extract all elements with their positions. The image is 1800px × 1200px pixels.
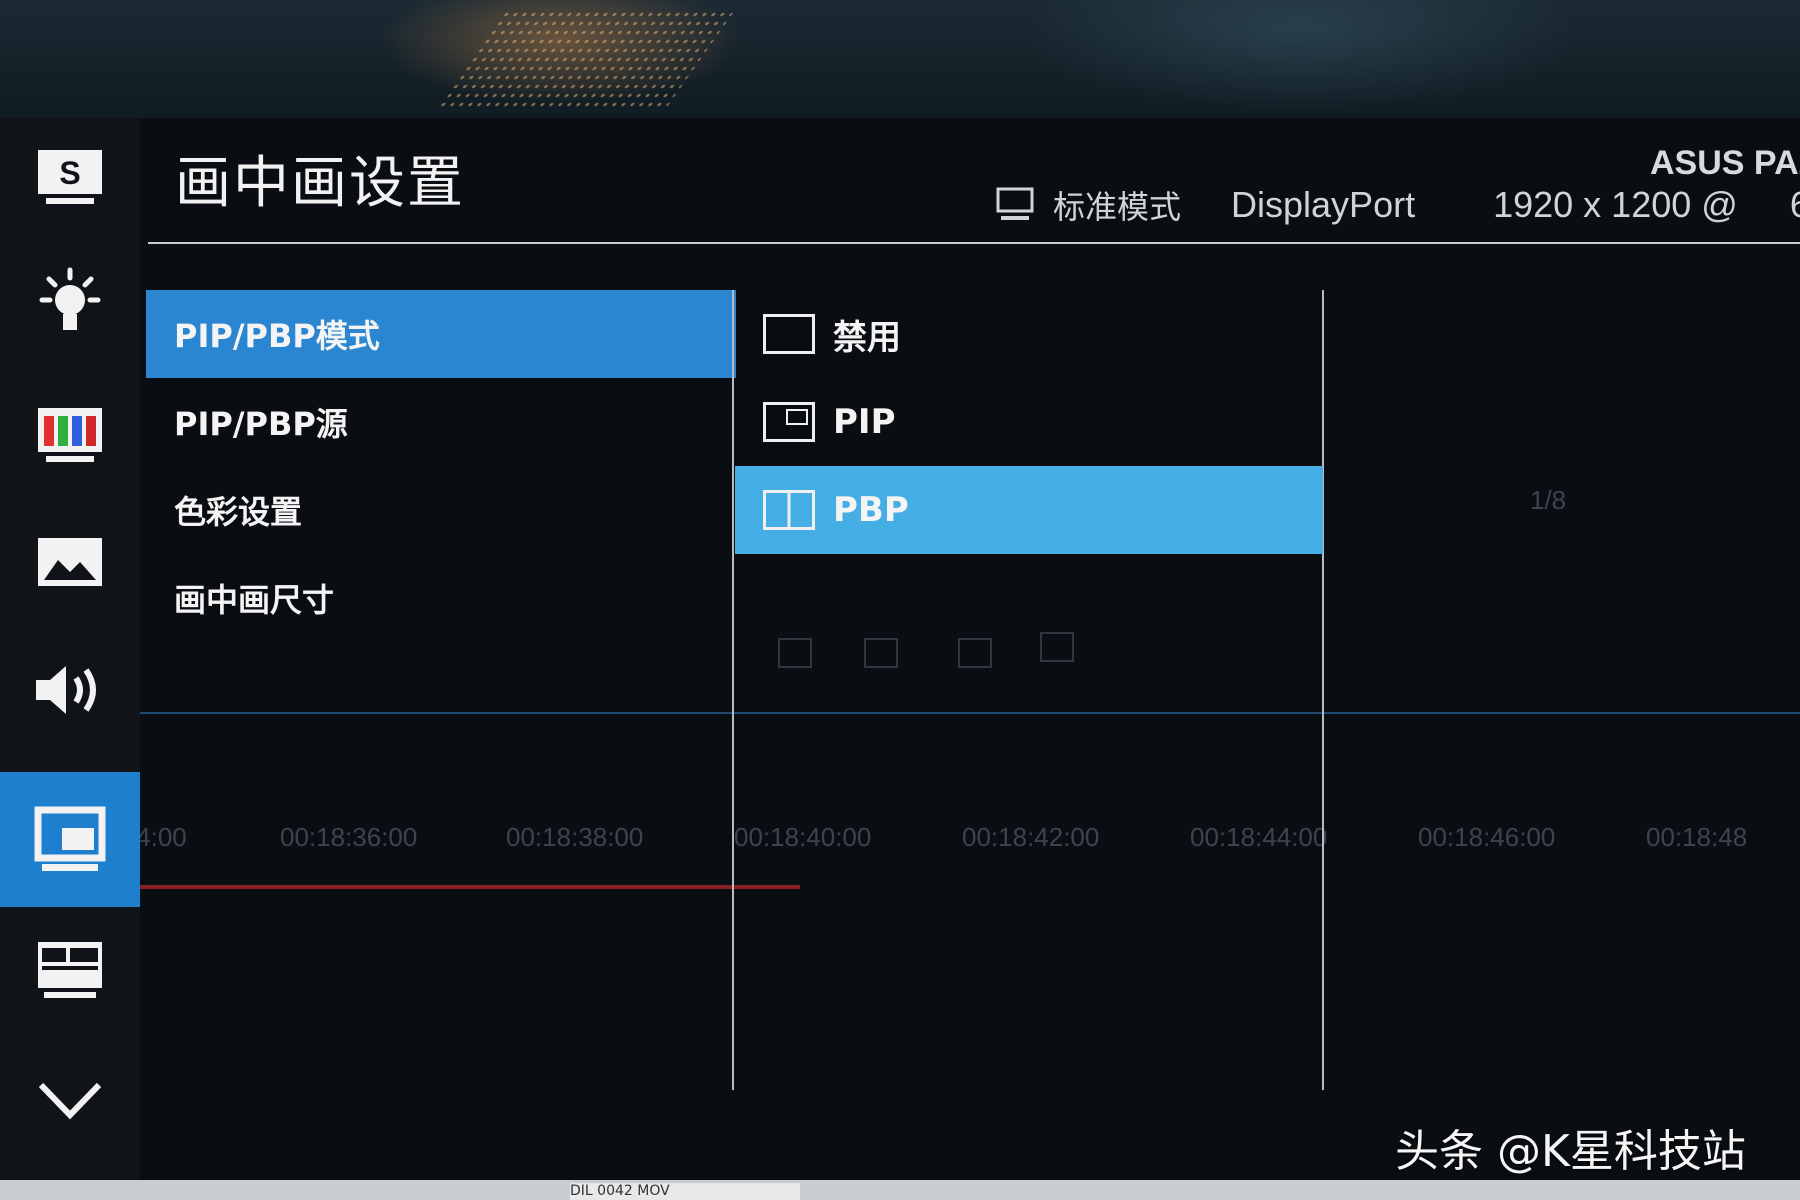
status-mode: 标准模式 bbox=[995, 182, 1181, 228]
menu-item-pip-size[interactable]: 画中画尺寸 bbox=[146, 554, 736, 642]
file-tab[interactable]: DIL 0042 MOV bbox=[570, 1183, 800, 1200]
sound-icon bbox=[36, 666, 96, 714]
monitor-icon bbox=[996, 187, 1034, 220]
rail-image[interactable] bbox=[0, 504, 140, 624]
background-photo bbox=[0, 0, 1800, 130]
splendid-s-icon: S bbox=[38, 150, 102, 204]
rail-system[interactable] bbox=[0, 910, 140, 1030]
image-icon bbox=[38, 538, 102, 586]
watermark: 头条 @K星科技站 bbox=[1395, 1126, 1746, 1177]
rail-more[interactable] bbox=[0, 1040, 140, 1160]
underlay-timecode: 00:18:38:00 bbox=[506, 822, 644, 852]
option-label: PBP bbox=[833, 490, 909, 530]
underlay-toolbar-icon bbox=[1040, 632, 1074, 662]
rail-brightness[interactable] bbox=[0, 244, 140, 364]
pbp-frame-icon bbox=[763, 490, 815, 530]
page-title: 画中画设置 bbox=[175, 151, 465, 216]
option-pbp[interactable]: PBP bbox=[735, 466, 1323, 554]
column-divider bbox=[732, 290, 734, 1090]
svg-text:S: S bbox=[59, 155, 80, 191]
underlay-toolbar-icon bbox=[864, 638, 898, 668]
osd-icon-rail: S bbox=[0, 118, 140, 1183]
chevron-down-icon bbox=[38, 1082, 102, 1120]
underlay-timecode: 00:18:40:00 bbox=[734, 822, 872, 852]
rail-pip[interactable] bbox=[0, 772, 140, 907]
status-input-source: DisplayPort bbox=[1231, 184, 1416, 225]
underlay-timecode: 00:18:36:00 bbox=[280, 822, 418, 852]
taskbar-strip bbox=[0, 1180, 1800, 1200]
menu-item-pip-pbp-source[interactable]: PIP/PBP源 bbox=[146, 378, 736, 466]
underlay-timecode: 00:18:48 bbox=[1646, 822, 1748, 852]
pip-icon bbox=[34, 806, 106, 871]
option-disabled[interactable]: 禁用 bbox=[735, 290, 1323, 378]
underlay-toolbar-icon bbox=[778, 638, 812, 668]
monitor-model: ASUS PA2 bbox=[1650, 144, 1800, 182]
underlay-timeline-line bbox=[140, 712, 1800, 714]
osd-panel bbox=[0, 118, 1800, 1183]
underlay-page-indicator: 1/8 bbox=[1530, 485, 1567, 515]
color-bars-icon bbox=[38, 408, 102, 462]
underlay-timecode: 00:18:44:00 bbox=[1190, 822, 1328, 852]
status-resolution: 1920 x 1200 @ bbox=[1493, 184, 1738, 225]
disabled-frame-icon bbox=[763, 314, 815, 354]
rail-sound[interactable] bbox=[0, 630, 140, 750]
underlay-camera-icon bbox=[958, 638, 992, 668]
status-refresh: 6 bbox=[1789, 184, 1800, 225]
submenu-list: PIP/PBP模式 PIP/PBP源 色彩设置 画中画尺寸 bbox=[146, 290, 736, 642]
option-label: 禁用 bbox=[833, 317, 901, 358]
underlay-timecode: 00:18:42:00 bbox=[962, 822, 1100, 852]
underlay-progress-bar bbox=[140, 885, 800, 889]
header-divider bbox=[148, 242, 1800, 244]
pip-frame-icon bbox=[763, 402, 815, 442]
menu-item-color-settings[interactable]: 色彩设置 bbox=[146, 466, 736, 554]
system-grid-icon bbox=[38, 942, 102, 998]
status-mode-label: 标准模式 bbox=[1053, 188, 1182, 226]
rail-splendid[interactable]: S bbox=[0, 118, 140, 238]
status-bar: 标准模式 DisplayPort 1920 x 1200 @ 6 bbox=[995, 180, 1800, 230]
rail-color[interactable] bbox=[0, 376, 140, 496]
brightness-icon bbox=[39, 267, 101, 330]
menu-item-pip-pbp-mode[interactable]: PIP/PBP模式 bbox=[146, 290, 736, 378]
option-pip[interactable]: PIP bbox=[735, 378, 1323, 466]
underlay-timecode: 00:18:46:00 bbox=[1418, 822, 1556, 852]
option-label: PIP bbox=[833, 402, 896, 442]
option-list: 禁用 PIP PBP bbox=[735, 290, 1323, 554]
